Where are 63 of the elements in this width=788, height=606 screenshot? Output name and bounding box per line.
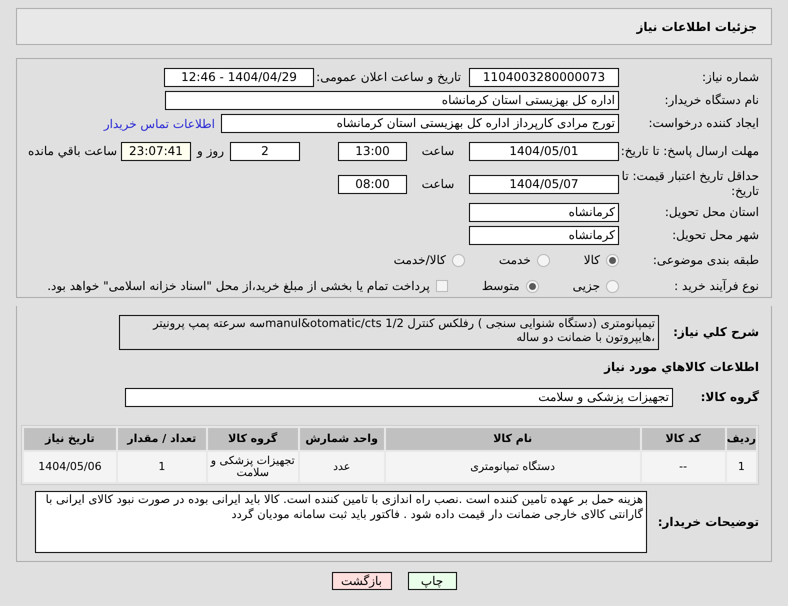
table-cell: --: [642, 452, 725, 482]
text-field[interactable]: 1104003280000073: [469, 68, 619, 87]
text-field[interactable]: 2: [230, 142, 300, 161]
field-label: تاریخ و ساعت اعلان عمومی:: [315, 70, 462, 85]
field-label: شرح کلي نیاز:: [672, 324, 759, 340]
field-label: حداقل تاریخ اعتبار قیمت: تا تاریخ:: [620, 169, 759, 200]
column-header: واحد شمارش: [300, 428, 384, 450]
radio-button[interactable]: [526, 280, 539, 293]
time-label: ساعت: [420, 176, 456, 194]
section-heading: اطلاعات کالاهاي مورد نیاز: [604, 360, 759, 374]
radio-button[interactable]: [452, 254, 465, 267]
table-cell: تجهیزات پزشکی و سلامت: [208, 452, 298, 482]
back-button[interactable]: بازگشت: [332, 572, 392, 590]
text-field[interactable]: تورج مرادی کارپرداز اداره کل بهزیستی استان کرمانشاه: [221, 114, 619, 133]
text-field[interactable]: 08:00: [338, 174, 407, 194]
column-header: ردیف: [726, 428, 756, 450]
column-header: کد کالا: [642, 428, 725, 450]
field-label: توضیحات خریدار:: [656, 514, 759, 530]
field-label: نام دستگاه خریدار:: [664, 93, 759, 108]
text-field[interactable]: 23:07:41: [121, 142, 191, 161]
print-button[interactable]: چاپ: [408, 572, 456, 590]
time-label: ساعت: [420, 143, 456, 160]
text-field[interactable]: کرمانشاه: [469, 203, 619, 222]
field-label: شماره نیاز:: [701, 70, 759, 85]
field-label: استان محل تحویل:: [664, 205, 759, 220]
table-cell: 1: [726, 452, 756, 482]
field-label: طبقه بندی موضوعی:: [652, 252, 759, 268]
field-label: شهر محل تحویل:: [671, 228, 759, 244]
radio-button[interactable]: [606, 280, 619, 293]
checkbox-label: پرداخت تمام یا بخشی از مبلغ خرید،از محل "اسناد خزانه اسلامی" خواهد بود.: [47, 278, 430, 296]
radio-label: متوسط: [482, 278, 520, 296]
radio-label: جزیی: [572, 278, 600, 296]
radio-button[interactable]: [606, 254, 619, 267]
radio-label: کالا/خدمت: [394, 252, 446, 270]
radio-label: خدمت: [498, 252, 531, 270]
text-field[interactable]: 1404/05/01: [469, 142, 619, 161]
table-cell: 1: [118, 452, 206, 482]
column-header: نام کالا: [386, 428, 640, 450]
text-field[interactable]: 1404/05/07: [469, 174, 619, 194]
column-header: تعداد / مقدار: [118, 428, 206, 450]
text-field[interactable]: 1404/04/29 - 12:46: [164, 68, 314, 87]
radio-label: کالا: [584, 252, 600, 270]
field-label: گروه کالا:: [700, 390, 759, 405]
days-label: روز و: [196, 143, 225, 160]
description-area[interactable]: تیمپانومتری (دستگاه شنوایی سنجی ) رفلکس کنترل 1/2 manul&otomatic/ctsسه سرعته پمپ پرونیتر ،هایپروتون با ضمانت دو ساله: [119, 315, 659, 350]
text-field[interactable]: کرمانشاه: [469, 226, 619, 246]
field-label: نوع فرآیند خرید :: [673, 278, 759, 294]
column-header: گروه کالا: [208, 428, 298, 450]
text-field[interactable]: تجهیزات پزشکی و سلامت: [125, 388, 673, 407]
remaining-label: ساعت باقي مانده: [28, 143, 118, 160]
column-header: تاریخ نیاز: [24, 428, 116, 450]
text-field[interactable]: اداره کل بهزیستی استان کرمانشاه: [165, 91, 619, 110]
table-cell: 1404/05/06: [24, 452, 116, 482]
field-label: ایجاد کننده درخواست:: [647, 116, 759, 131]
contact-link[interactable]: اطلاعات تماس خریدار: [104, 114, 215, 132]
page-title: جزئیات اطلاعات نیاز: [636, 18, 757, 36]
notes-area[interactable]: هزینه حمل بر عهده تامین کننده است .نصب راه اندازی با تامین کننده است. کالا باید ایرانی بوده در صورت نبود کالای ایرانی با گارانتی کالای خارجی ضمانت دار قیمت داده شود . فاکتور باید ثبت سامانه مودیان گردد: [35, 491, 647, 553]
checkbox[interactable]: [436, 280, 448, 292]
text-field[interactable]: 13:00: [338, 142, 407, 161]
radio-button[interactable]: [536, 254, 550, 267]
table-cell: دستگاه تمپانومتری: [386, 452, 640, 482]
field-label: مهلت ارسال پاسخ: تا تاریخ:: [620, 144, 759, 159]
table-cell: عدد: [300, 452, 384, 482]
